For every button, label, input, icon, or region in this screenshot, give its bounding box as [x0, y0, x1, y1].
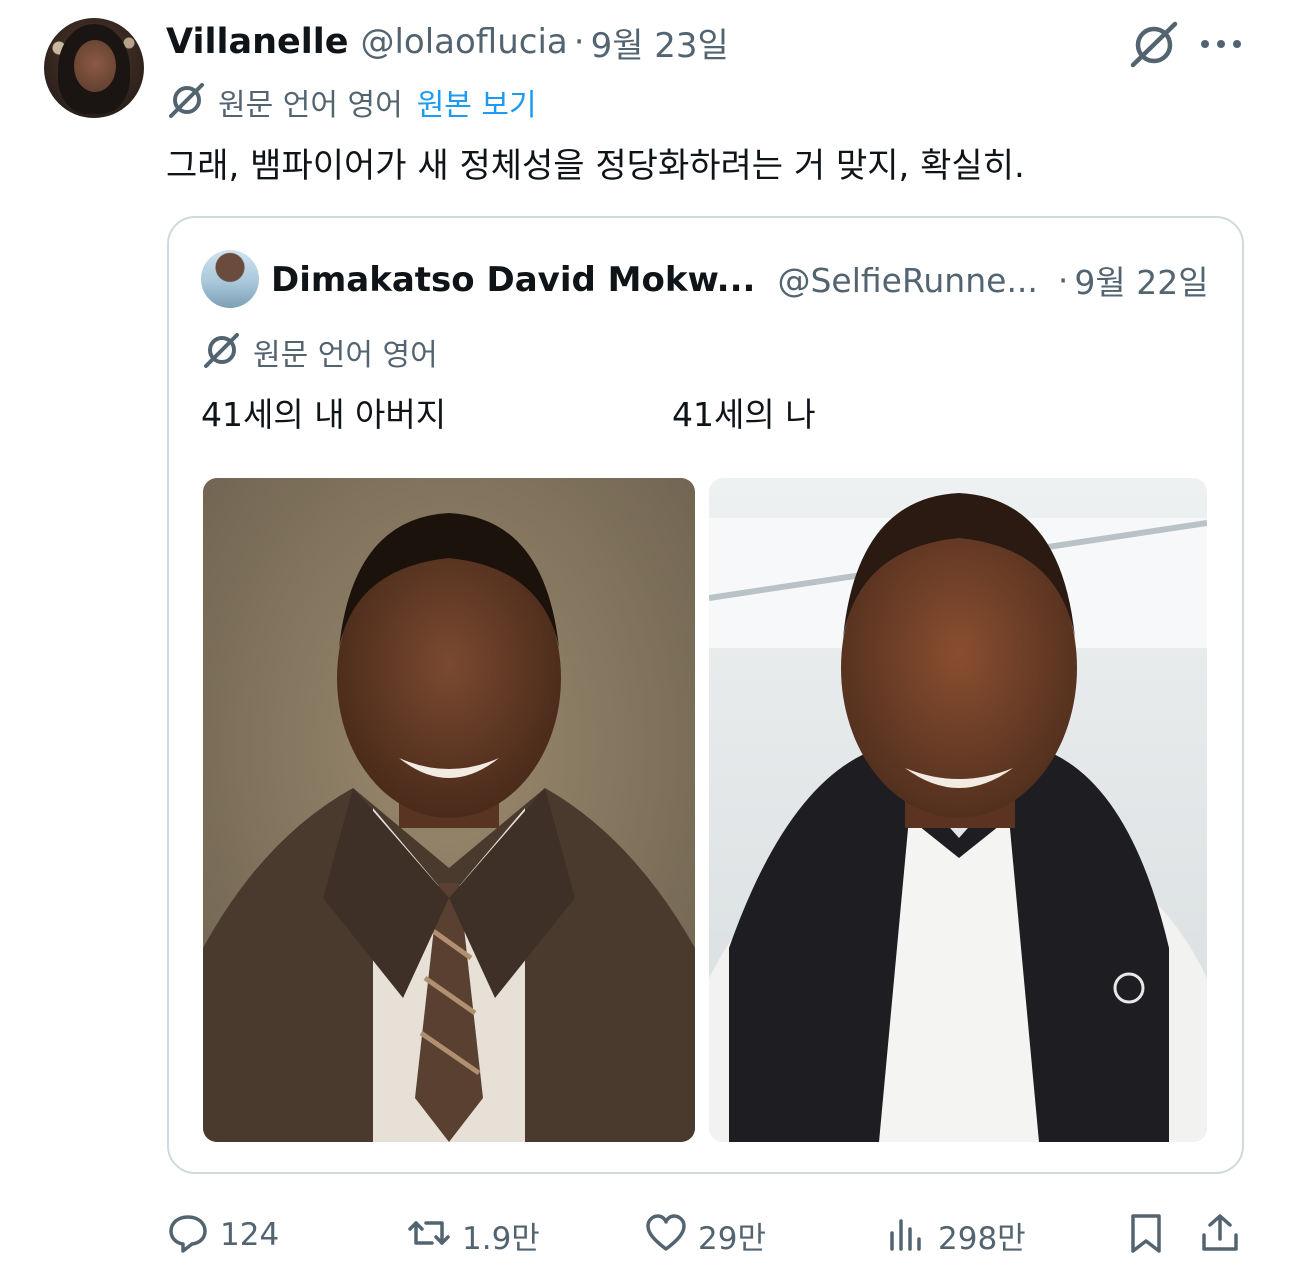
language-note: 원문 언어 영어 — [218, 88, 403, 123]
reply-icon — [166, 1211, 210, 1259]
author-name[interactable]: Villanelle — [166, 22, 348, 62]
quote-translation-row: 원문 언어 영어 — [201, 330, 438, 374]
tweet-date[interactable]: 9월 23일 — [591, 18, 729, 67]
author-avatar[interactable] — [44, 18, 144, 118]
quote-tweet-card[interactable]: Dimakatso David Mokw... @SelfieRunne... … — [167, 216, 1244, 1174]
translation-row: 원문 언어 영어 원본 보기 — [166, 80, 537, 124]
header-separator: · — [573, 22, 585, 62]
share-icon — [1198, 1211, 1242, 1259]
author-handle[interactable]: @lolaoflucia — [360, 22, 567, 62]
views-button[interactable]: 298만 — [884, 1200, 1026, 1270]
quote-caption-left: 41세의 내 아버지 — [201, 395, 447, 434]
reply-count: 124 — [220, 1217, 280, 1253]
translate-icon — [201, 330, 241, 374]
share-button[interactable] — [1198, 1200, 1242, 1270]
quote-language-note: 원문 언어 영어 — [253, 338, 438, 373]
like-count: 29만 — [698, 1220, 766, 1257]
quote-date[interactable]: 9월 22일 — [1074, 256, 1208, 304]
tweet-text: 그래, 뱀파이어가 새 정체성을 정당화하려는 거 맞지, 확실히. — [166, 146, 1025, 186]
photo-father[interactable] — [203, 478, 695, 1142]
view-original-link[interactable]: 원본 보기 — [417, 80, 537, 124]
repost-button[interactable]: 1.9만 — [406, 1200, 540, 1270]
like-icon — [644, 1211, 688, 1259]
quote-author-avatar[interactable] — [201, 250, 259, 308]
tweet-header: Villanelle @lolaoflucia · 9월 23일 — [166, 18, 729, 66]
quote-author-name[interactable]: Dimakatso David Mokw... — [271, 260, 755, 300]
quote-caption-right: 41세의 나 — [672, 395, 816, 434]
quote-separator: · — [1057, 260, 1069, 300]
repost-icon — [406, 1211, 452, 1259]
translate-icon — [166, 80, 206, 124]
like-button[interactable]: 29만 — [644, 1200, 766, 1270]
views-icon — [884, 1211, 928, 1259]
grok-icon[interactable] — [1128, 20, 1180, 68]
reply-button[interactable]: 124 — [166, 1200, 279, 1270]
photo-self[interactable] — [709, 478, 1207, 1142]
views-count: 298만 — [938, 1220, 1026, 1257]
quote-author-handle[interactable]: @SelfieRunne... — [777, 261, 1037, 300]
more-icon[interactable] — [1196, 26, 1246, 62]
repost-count: 1.9만 — [462, 1220, 540, 1257]
action-bar: 124 1.9만 29만 298만 — [0, 1200, 1290, 1270]
bookmark-icon — [1124, 1211, 1168, 1259]
bookmark-button[interactable] — [1124, 1200, 1168, 1270]
quote-header: Dimakatso David Mokw... @SelfieRunne... … — [271, 256, 1209, 304]
